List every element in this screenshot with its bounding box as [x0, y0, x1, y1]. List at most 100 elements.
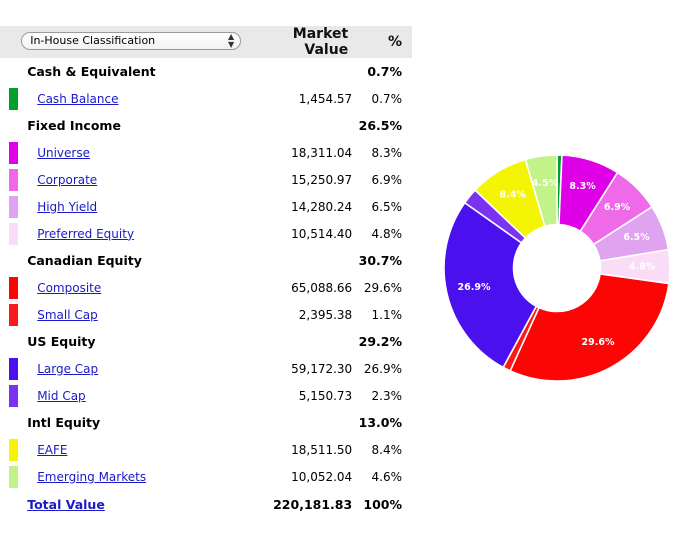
- asset-link[interactable]: Small Cap: [37, 308, 98, 322]
- slice-label: 29.6%: [582, 337, 615, 348]
- classification-select-value: In-House Classification: [30, 33, 156, 47]
- color-swatch-icon: [9, 276, 18, 299]
- market-value-cell: [251, 112, 352, 139]
- percent-cell: 4.6%: [371, 469, 403, 484]
- asset-link[interactable]: EAFE: [37, 443, 67, 457]
- percent-cell: 6.5%: [371, 199, 403, 214]
- market-value-cell: 59,172.30: [291, 361, 353, 376]
- color-swatch-icon: [9, 465, 18, 488]
- table-row: EAFE 18,511.50 8.4%: [0, 436, 412, 463]
- market-value-cell: [251, 247, 352, 274]
- percent-cell: 6.9%: [371, 172, 403, 187]
- swatch-cell: [0, 436, 19, 463]
- item-label-cell: Large Cap: [19, 355, 251, 382]
- header-swatch-cell: [0, 26, 20, 58]
- header-percent: %: [352, 26, 412, 58]
- market-value-cell: [251, 58, 352, 85]
- item-label-cell: High Yield: [19, 193, 251, 220]
- asset-link[interactable]: Mid Cap: [37, 389, 85, 403]
- group-row: Cash & Equivalent 0.7%: [0, 58, 412, 85]
- classification-select-cell: In-House Classification ▲ ▼: [19, 26, 251, 58]
- color-swatch-icon: [9, 438, 18, 461]
- swatch-cell: [0, 58, 19, 85]
- asset-link[interactable]: Preferred Equity: [37, 227, 134, 241]
- color-swatch-icon: [9, 222, 18, 245]
- allocation-donut-chart: 8.3% 6.9% 6.5% 4.8% 29.6% 26.9% 8.4% 4.5%: [432, 145, 682, 395]
- swatch-cell: [0, 355, 19, 382]
- group-label: US Equity: [27, 334, 96, 349]
- slice-label: 8.3%: [569, 181, 596, 192]
- color-swatch-icon: [9, 357, 18, 380]
- slice-label: 26.9%: [458, 282, 491, 293]
- swatch-cell: [0, 382, 19, 409]
- donut-slice[interactable]: [509, 273, 670, 382]
- swatch-cell: [0, 85, 19, 112]
- group-label-cell: Fixed Income: [19, 112, 251, 139]
- table-row: Universe 18,311.04 8.3%: [0, 139, 412, 166]
- percent-cell: 26.5%: [358, 118, 402, 133]
- table-header-row: In-House Classification ▲ ▼ Market Value%: [0, 26, 412, 58]
- asset-link[interactable]: Corporate: [37, 173, 97, 187]
- table-row: Cash Balance 1,454.57 0.7%: [0, 85, 412, 112]
- table-row: Composite 65,088.66 29.6%: [0, 274, 412, 301]
- group-label-cell: Cash & Equivalent: [19, 58, 251, 85]
- group-label-cell: US Equity: [19, 328, 251, 355]
- swatch-cell: [0, 193, 19, 220]
- table-row: Large Cap 59,172.30 26.9%: [0, 355, 412, 382]
- swatch-cell: [0, 409, 19, 436]
- slice-label: 4.5%: [532, 178, 559, 189]
- asset-link[interactable]: Cash Balance: [37, 92, 118, 106]
- color-swatch-icon: [9, 168, 18, 191]
- swatch-cell: [0, 463, 19, 490]
- group-label: Intl Equity: [27, 415, 101, 430]
- total-market-value: 220,181.83: [273, 496, 353, 512]
- total-value-link[interactable]: Total Value: [27, 497, 105, 512]
- item-label-cell: Emerging Markets: [19, 463, 251, 490]
- classification-select[interactable]: In-House Classification ▲ ▼: [21, 31, 242, 50]
- item-label-cell: Composite: [19, 274, 251, 301]
- table-row: Mid Cap 5,150.73 2.3%: [0, 382, 412, 409]
- market-value-cell: 18,511.50: [291, 442, 353, 457]
- table-row: Corporate 15,250.97 6.9%: [0, 166, 412, 193]
- percent-cell: 26.9%: [363, 361, 402, 376]
- swatch-cell: [0, 301, 19, 328]
- group-row: Intl Equity 13.0%: [0, 409, 412, 436]
- percent-cell: 1.1%: [371, 307, 403, 322]
- market-value-cell: 10,052.04: [291, 469, 353, 484]
- item-label-cell: Small Cap: [19, 301, 251, 328]
- asset-link[interactable]: Universe: [37, 146, 90, 160]
- group-label-cell: Canadian Equity: [19, 247, 251, 274]
- header-market-value: Market Value: [250, 26, 353, 58]
- slice-label: 4.8%: [629, 261, 656, 272]
- market-value-cell: 18,311.04: [291, 145, 353, 160]
- group-row: Canadian Equity 30.7%: [0, 247, 412, 274]
- swatch-cell: [0, 220, 19, 247]
- slice-label: 6.9%: [604, 202, 631, 213]
- group-label-cell: Intl Equity: [19, 409, 251, 436]
- group-label: Canadian Equity: [27, 253, 142, 268]
- item-label-cell: EAFE: [19, 436, 251, 463]
- percent-cell: 2.3%: [371, 388, 403, 403]
- color-swatch-icon: [9, 141, 18, 164]
- group-row: Fixed Income 26.5%: [0, 112, 412, 139]
- table-row: Emerging Markets 10,052.04 4.6%: [0, 463, 412, 490]
- total-percent: 100%: [363, 496, 402, 512]
- percent-cell: 0.7%: [367, 64, 402, 79]
- swatch-cell: [0, 274, 19, 301]
- percent-cell: 8.4%: [371, 442, 403, 457]
- updown-arrows-icon: ▲ ▼: [228, 31, 235, 49]
- market-value-cell: 14,280.24: [291, 199, 353, 214]
- asset-link[interactable]: Large Cap: [37, 362, 98, 376]
- item-label-cell: Cash Balance: [19, 85, 251, 112]
- percent-cell: 8.3%: [371, 145, 403, 160]
- item-label-cell: Corporate: [19, 166, 251, 193]
- asset-link[interactable]: Emerging Markets: [37, 470, 146, 484]
- swatch-cell: [0, 247, 19, 274]
- group-label: Fixed Income: [27, 118, 121, 133]
- item-label-cell: Universe: [19, 139, 251, 166]
- asset-link[interactable]: High Yield: [37, 200, 97, 214]
- market-value-cell: 10,514.40: [291, 226, 353, 241]
- percent-cell: 13.0%: [358, 415, 402, 430]
- asset-link[interactable]: Composite: [37, 281, 101, 295]
- item-label-cell: Preferred Equity: [19, 220, 251, 247]
